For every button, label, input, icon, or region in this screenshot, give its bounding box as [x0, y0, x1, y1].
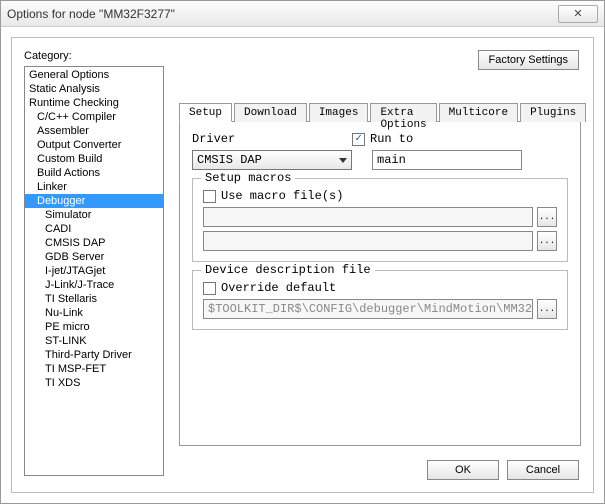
- dialog-buttons: OK Cancel: [427, 460, 579, 480]
- macro-file2-browse-button[interactable]: ...: [537, 231, 557, 251]
- category-label: Category:: [24, 50, 72, 62]
- titlebar: Options for node "MM32F3277" ✕: [1, 1, 604, 27]
- tab-images[interactable]: Images: [309, 103, 369, 122]
- category-list[interactable]: General OptionsStatic AnalysisRuntime Ch…: [24, 66, 164, 476]
- category-item[interactable]: GDB Server: [25, 250, 163, 264]
- tab-extra-options[interactable]: Extra Options: [370, 103, 436, 122]
- macro-file2-input[interactable]: [203, 231, 533, 251]
- run-to-label: Run to: [370, 132, 413, 146]
- category-item[interactable]: TI XDS: [25, 376, 163, 390]
- category-item[interactable]: Assembler: [25, 124, 163, 138]
- macro-file1-input[interactable]: [203, 207, 533, 227]
- tab-multicore[interactable]: Multicore: [439, 103, 518, 122]
- right-pane: Factory Settings SetupDownloadImagesExtr…: [177, 48, 583, 448]
- override-default-label: Override default: [221, 281, 336, 295]
- tabstrip: SetupDownloadImagesExtra OptionsMulticor…: [179, 102, 581, 122]
- tab-setup[interactable]: Setup: [179, 103, 232, 122]
- override-default-checkbox[interactable]: [203, 282, 216, 295]
- category-item[interactable]: Static Analysis: [25, 82, 163, 96]
- close-button[interactable]: ✕: [558, 5, 598, 23]
- category-item[interactable]: CMSIS DAP: [25, 236, 163, 250]
- ddf-group: Device description file Override default…: [192, 270, 568, 330]
- category-item[interactable]: J-Link/J-Trace: [25, 278, 163, 292]
- category-item[interactable]: CADI: [25, 222, 163, 236]
- category-item[interactable]: General Options: [25, 68, 163, 82]
- category-item[interactable]: Debugger: [25, 194, 163, 208]
- close-icon: ✕: [573, 7, 582, 20]
- tab-download[interactable]: Download: [234, 103, 307, 122]
- category-item[interactable]: Build Actions: [25, 166, 163, 180]
- category-item[interactable]: Linker: [25, 180, 163, 194]
- category-item[interactable]: TI Stellaris: [25, 292, 163, 306]
- category-item[interactable]: I-jet/JTAGjet: [25, 264, 163, 278]
- use-macro-checkbox[interactable]: [203, 190, 216, 203]
- content-panel: Category: General OptionsStatic Analysis…: [11, 37, 594, 493]
- tab-body-setup: Driver Run to CMSIS DAP main: [179, 122, 581, 446]
- category-item[interactable]: ST-LINK: [25, 334, 163, 348]
- driver-select[interactable]: CMSIS DAP: [192, 150, 352, 170]
- category-item[interactable]: Third-Party Driver: [25, 348, 163, 362]
- category-item[interactable]: Runtime Checking: [25, 96, 163, 110]
- chevron-down-icon: [339, 158, 347, 163]
- run-to-input[interactable]: main: [372, 150, 522, 170]
- ok-button[interactable]: OK: [427, 460, 499, 480]
- setup-macros-legend: Setup macros: [201, 171, 295, 185]
- driver-label: Driver: [192, 132, 332, 146]
- category-item[interactable]: Output Converter: [25, 138, 163, 152]
- window-title: Options for node "MM32F3277": [7, 7, 175, 21]
- category-item[interactable]: TI MSP-FET: [25, 362, 163, 376]
- factory-settings-button[interactable]: Factory Settings: [478, 50, 579, 70]
- ddf-path-input[interactable]: $TOOLKIT_DIR$\CONFIG\debugger\MindMotion…: [203, 299, 533, 319]
- cancel-button[interactable]: Cancel: [507, 460, 579, 480]
- ddf-browse-button[interactable]: ...: [537, 299, 557, 319]
- category-item[interactable]: Nu-Link: [25, 306, 163, 320]
- use-macro-label: Use macro file(s): [221, 189, 343, 203]
- category-item[interactable]: C/C++ Compiler: [25, 110, 163, 124]
- category-item[interactable]: PE micro: [25, 320, 163, 334]
- category-item[interactable]: Custom Build: [25, 152, 163, 166]
- driver-value: CMSIS DAP: [197, 153, 262, 167]
- run-to-checkbox[interactable]: [352, 133, 365, 146]
- ddf-legend: Device description file: [201, 263, 375, 277]
- macro-file1-browse-button[interactable]: ...: [537, 207, 557, 227]
- tab-plugins[interactable]: Plugins: [520, 103, 586, 122]
- setup-macros-group: Setup macros Use macro file(s) ... ...: [192, 178, 568, 262]
- options-dialog: Options for node "MM32F3277" ✕ Category:…: [0, 0, 605, 504]
- category-item[interactable]: Simulator: [25, 208, 163, 222]
